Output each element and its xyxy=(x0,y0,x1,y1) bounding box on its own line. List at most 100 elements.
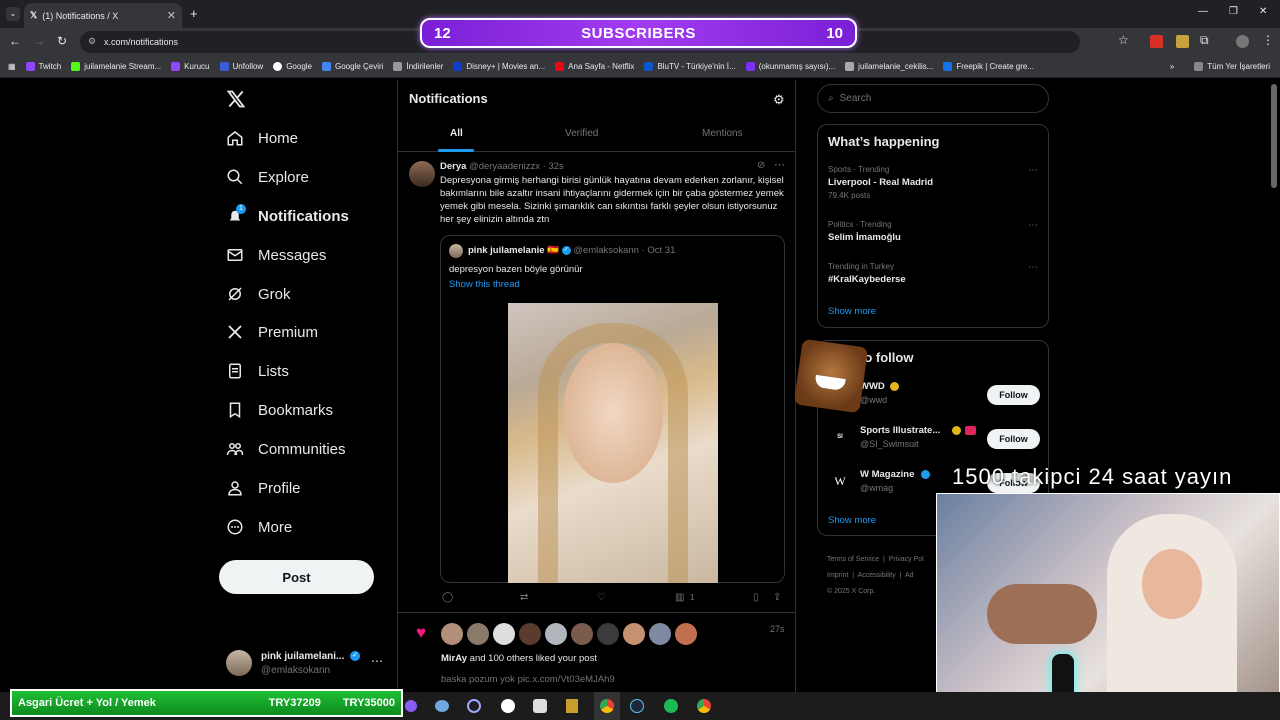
taskbar-app-icon[interactable] xyxy=(533,699,547,713)
follow-suggestion[interactable]: SI Sports Illustrate... @SI_Swimsuit Fol… xyxy=(828,423,1040,455)
avatar[interactable] xyxy=(493,623,515,645)
post-button[interactable]: Post xyxy=(219,560,374,594)
tab-close-icon[interactable]: ✕ xyxy=(167,9,176,22)
tweet-more-icon[interactable]: ⋯ xyxy=(774,158,785,171)
site-info-icon[interactable]: ⚙ xyxy=(88,36,96,47)
taskbar-active-chrome[interactable] xyxy=(594,692,620,720)
nav-communities[interactable]: Communities xyxy=(226,435,346,463)
trend-item[interactable]: Politics · Trending Selim İmamoğlu ⋯ xyxy=(828,220,1040,250)
avatar[interactable] xyxy=(675,623,697,645)
x-logo-icon[interactable] xyxy=(226,89,246,109)
follow-button[interactable]: Follow xyxy=(987,385,1040,405)
nav-lists[interactable]: Lists xyxy=(226,357,289,385)
taskbar-app-icon[interactable] xyxy=(405,700,417,712)
views-icon[interactable]: ▥ xyxy=(675,592,684,603)
tweet-author-name[interactable]: Derya xyxy=(440,161,466,172)
forward-icon[interactable]: → xyxy=(33,34,45,48)
bookmark-downloads[interactable]: İndirilenler xyxy=(393,62,443,71)
nav-grok[interactable]: Grok xyxy=(226,280,291,308)
new-tab-icon[interactable]: + xyxy=(190,6,198,21)
footer-imprint[interactable]: Imprint xyxy=(827,572,848,579)
share-icon[interactable]: ⇪ xyxy=(773,592,781,603)
trend-item[interactable]: Trending in Turkey #KralKaybederse ⋯ xyxy=(828,262,1040,292)
show-thread-link[interactable]: Show this thread xyxy=(449,279,520,290)
bookmark-unread[interactable]: (okunmamış sayısı)... xyxy=(745,62,835,71)
extensions-puzzle-icon[interactable]: ⧉ xyxy=(1200,33,1209,48)
avatar[interactable] xyxy=(623,623,645,645)
nav-home[interactable]: Home xyxy=(226,124,298,152)
taskbar-app-icon[interactable] xyxy=(435,700,449,712)
retweet-icon[interactable]: ⇄ xyxy=(520,592,528,603)
reply-icon[interactable]: ◯ xyxy=(442,592,453,603)
reload-icon[interactable]: ↻ xyxy=(57,34,67,48)
bookmark-google-translate[interactable]: Google Çeviri xyxy=(322,62,383,71)
trends-show-more[interactable]: Show more xyxy=(828,306,876,317)
bookmark-disney[interactable]: Disney+ | Movies an... xyxy=(453,62,545,71)
bookmark-cekilis[interactable]: juilamelanie_cekilis... xyxy=(845,62,933,71)
restore-icon[interactable]: ❐ xyxy=(1229,6,1238,17)
nav-notifications[interactable]: 1 Notifications xyxy=(226,202,349,230)
footer-terms[interactable]: Terms of Service xyxy=(827,556,879,563)
trend-more-icon[interactable]: ⋯ xyxy=(1028,262,1038,273)
xbox-icon[interactable] xyxy=(501,699,515,713)
minimize-icon[interactable]: — xyxy=(1198,6,1208,17)
footer-ads[interactable]: Ad xyxy=(905,572,914,579)
avatar[interactable] xyxy=(519,623,541,645)
footer-privacy[interactable]: Privacy Pol xyxy=(889,556,924,563)
quote-author-name[interactable]: pink juilamelanie 🇪🇸 xyxy=(468,245,559,256)
bookmark-twitch[interactable]: Twitch xyxy=(25,62,61,71)
avatar[interactable] xyxy=(545,623,567,645)
liker-name[interactable]: MirAy xyxy=(441,653,467,664)
bookmark-netflix[interactable]: Ana Sayfa - Netflix xyxy=(555,62,634,71)
close-window-icon[interactable]: ✕ xyxy=(1259,6,1267,17)
browser-tab-notifications[interactable]: 𝕏 (1) Notifications / X ✕ xyxy=(24,3,182,28)
all-bookmarks[interactable]: Tüm Yer İşaretleri xyxy=(1194,62,1270,71)
who-show-more[interactable]: Show more xyxy=(828,515,876,526)
tweet-avatar[interactable] xyxy=(409,161,435,187)
steam-icon[interactable] xyxy=(630,699,644,713)
tab-mentions[interactable]: Mentions xyxy=(702,128,743,139)
bookmark-freepik[interactable]: Freepik | Create gre... xyxy=(943,62,1034,71)
quoted-tweet[interactable]: pink juilamelanie 🇪🇸 ✓ @emlaksokann · Oc… xyxy=(440,235,785,583)
trend-more-icon[interactable]: ⋯ xyxy=(1028,165,1038,176)
nav-more[interactable]: More xyxy=(226,513,292,541)
apps-grid-icon[interactable]: ▦ xyxy=(8,62,16,71)
spotify-icon[interactable] xyxy=(664,699,678,713)
account-more-icon[interactable]: ⋯ xyxy=(371,654,383,668)
tab-verified[interactable]: Verified xyxy=(565,128,598,139)
tweet[interactable]: Derya @deryaadenizzx · 32s ⊘ ⋯ Depresyon… xyxy=(398,153,795,613)
avatar[interactable] xyxy=(441,623,463,645)
avatar[interactable] xyxy=(467,623,489,645)
footer-accessibility[interactable]: Accessibility xyxy=(858,572,896,579)
search-input[interactable]: ⌕ Search xyxy=(817,84,1049,113)
bookmark-kurucu[interactable]: Kurucu xyxy=(171,62,210,71)
bookmarks-overflow-icon[interactable]: » xyxy=(1170,62,1174,71)
bookmark-unfollow[interactable]: Unfollow xyxy=(219,62,263,71)
page-scrollbar[interactable] xyxy=(1271,84,1277,188)
quote-media-image[interactable] xyxy=(508,303,718,583)
settings-gear-icon[interactable]: ⚙ xyxy=(773,92,785,108)
download-extension-icon[interactable] xyxy=(1150,35,1163,48)
trend-item[interactable]: Sports · Trending Liverpool - Real Madri… xyxy=(828,165,1040,205)
account-switcher[interactable]: pink juilamelani... ✓ @emlaksokann ⋯ xyxy=(226,650,386,680)
tweet-bookmark-icon[interactable]: ▯ xyxy=(753,592,759,603)
bookmark-stream[interactable]: juilamelanie Stream... xyxy=(71,62,161,71)
browser-menu-icon[interactable]: ⋮ xyxy=(1262,33,1274,47)
back-icon[interactable]: ← xyxy=(9,34,21,48)
taskbar-app-icon[interactable] xyxy=(566,699,578,713)
trend-more-icon[interactable]: ⋯ xyxy=(1028,220,1038,231)
nav-bookmarks[interactable]: Bookmarks xyxy=(226,396,333,424)
bookmark-blutv[interactable]: BluTV - Türkiye'nin İ... xyxy=(644,62,736,71)
extension-icon[interactable] xyxy=(1176,35,1189,48)
like-icon[interactable]: ♡ xyxy=(597,592,606,603)
grok-tweet-icon[interactable]: ⊘ xyxy=(757,160,765,171)
avatar[interactable] xyxy=(649,623,671,645)
avatar[interactable] xyxy=(571,623,593,645)
nav-messages[interactable]: Messages xyxy=(226,241,326,269)
nav-profile[interactable]: Profile xyxy=(226,474,301,502)
avatar[interactable] xyxy=(597,623,619,645)
tweet-author-handle[interactable]: @deryaadenizzx xyxy=(469,161,540,172)
bookmark-google[interactable]: Google xyxy=(273,62,312,71)
bookmark-star-icon[interactable]: ☆ xyxy=(1118,33,1129,47)
chrome-icon[interactable] xyxy=(697,699,711,713)
